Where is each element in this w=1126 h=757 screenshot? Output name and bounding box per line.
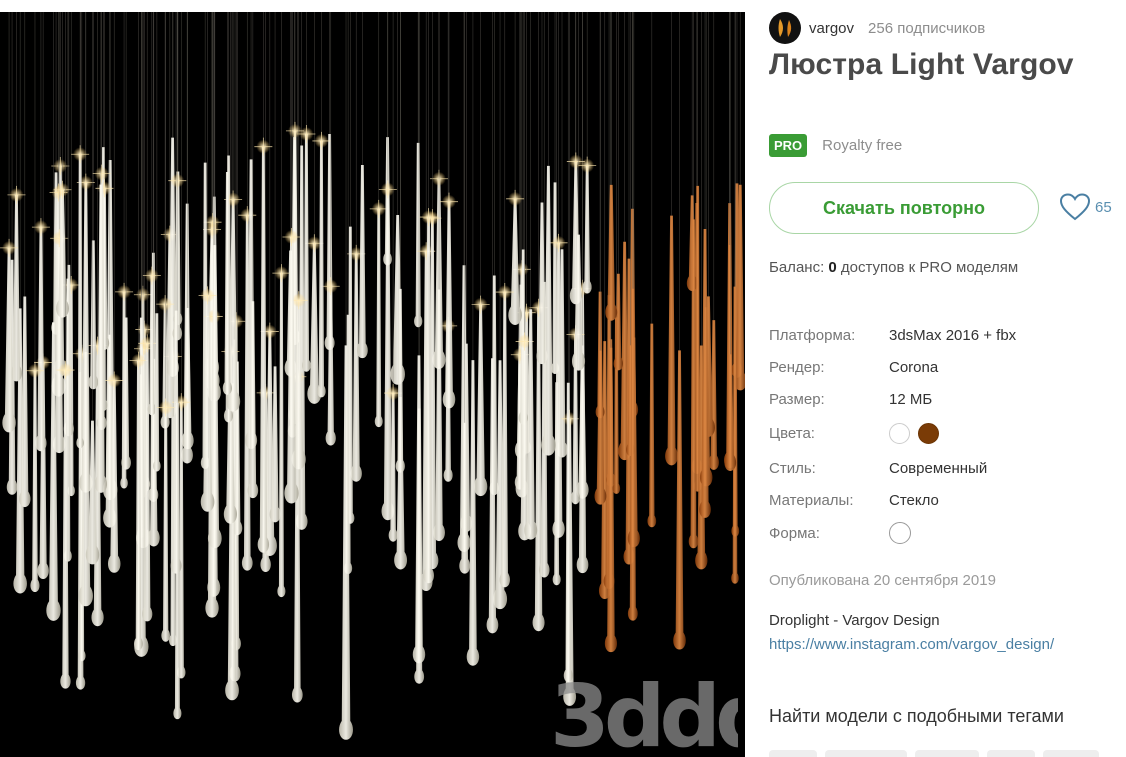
shape-value: [889, 522, 911, 544]
svg-text:3ddd: 3ddd: [550, 672, 738, 757]
balance-prefix: Баланс:: [769, 259, 829, 276]
tag-chip[interactable]: [825, 750, 907, 757]
model-preview-image[interactable]: 3ddd: [0, 12, 745, 757]
author-subscribers: 256 подписчиков: [868, 19, 986, 37]
spec-label: Стиль:: [769, 459, 816, 477]
tag-chip[interactable]: [769, 750, 817, 757]
model-info-panel: vargov 256 подписчиков Люстра Light Varg…: [769, 0, 1119, 757]
balance-info: Баланс: 0 доступов к PRO моделям: [769, 259, 1018, 276]
watermark-logo: 3ddd: [550, 672, 738, 757]
author-avatar[interactable]: [769, 12, 801, 44]
description-link[interactable]: https://www.instagram.com/vargov_design/: [769, 636, 1054, 653]
like-button[interactable]: 65: [1059, 192, 1112, 222]
balance-count: 0: [828, 259, 837, 276]
spec-label: Материалы:: [769, 491, 854, 509]
spec-shape: Форма:: [769, 516, 911, 550]
tag-chip[interactable]: [1043, 750, 1099, 757]
license-row: PRO Royalty free: [769, 134, 902, 157]
color-swatches: [889, 422, 939, 444]
spec-label: Форма:: [769, 524, 820, 542]
published-date: Опубликована 20 сентября 2019: [769, 572, 996, 589]
author-name[interactable]: vargov: [809, 20, 854, 37]
color-swatch-white[interactable]: [889, 422, 910, 444]
tag-chip[interactable]: [915, 750, 979, 757]
shape-circle-icon[interactable]: [889, 522, 911, 544]
spec-value: 3dsMax 2016 + fbx: [889, 326, 1017, 344]
pro-badge: PRO: [769, 134, 808, 157]
spec-size: Размер: 12 МБ: [769, 382, 932, 416]
balance-suffix: доступов к PRO моделям: [836, 259, 1019, 276]
author-block[interactable]: vargov 256 подписчиков: [769, 12, 985, 44]
similar-tags-heading: Найти модели с подобными тегами: [769, 706, 1064, 726]
spec-value[interactable]: Corona: [889, 359, 938, 376]
spec-label: Цвета:: [769, 424, 815, 442]
license-text: Royalty free: [822, 137, 903, 154]
model-title: Люстра Light Vargov: [769, 48, 1074, 81]
spec-label: Рендер:: [769, 358, 825, 376]
download-again-button[interactable]: Скачать повторно: [769, 182, 1039, 234]
spec-style: Стиль: Современный: [769, 451, 987, 485]
description-text: Droplight - Vargov Design: [769, 612, 940, 629]
spec-value[interactable]: Стекло: [889, 492, 939, 509]
tag-chips: [769, 750, 1099, 757]
tag-chip[interactable]: [987, 750, 1035, 757]
like-count: 65: [1095, 198, 1112, 216]
spec-materials: Материалы: Стекло: [769, 483, 939, 517]
spec-platform: Платформа: 3dsMax 2016 + fbx: [769, 318, 1016, 352]
spec-colors: Цвета:: [769, 416, 939, 450]
color-swatch-brown[interactable]: [918, 422, 939, 444]
heart-icon: [1059, 193, 1091, 221]
chandelier-render: [0, 12, 745, 740]
author-logo-icon: [778, 19, 792, 37]
spec-label: Размер:: [769, 390, 825, 408]
spec-value[interactable]: Современный: [889, 460, 987, 477]
spec-value: 12 МБ: [889, 390, 933, 408]
spec-render: Рендер: Corona: [769, 350, 938, 384]
spec-label: Платформа:: [769, 326, 856, 344]
